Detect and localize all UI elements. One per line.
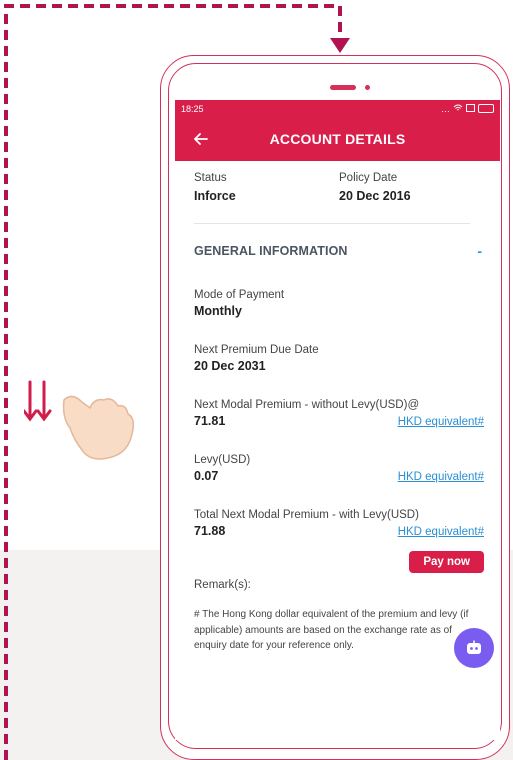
hkd-equivalent-link[interactable]: HKD equivalent# [398, 526, 484, 538]
field-row: 71.81 HKD equivalent# [194, 414, 484, 428]
field-levy: Levy(USD) 0.07 HKD equivalent# [194, 454, 484, 483]
status-column: Status Inforce [194, 172, 339, 203]
sim-icon [466, 103, 475, 114]
back-arrow-icon[interactable] [189, 127, 213, 151]
phone-camera [365, 85, 370, 90]
status-bar: 18:25 … [175, 100, 500, 117]
field-label: Levy(USD) [194, 454, 251, 466]
field-label: Next Modal Premium - without Levy(USD)@ [194, 399, 420, 411]
field-label: Mode of Payment [194, 289, 285, 301]
app-bar: ACCOUNT DETAILS [175, 117, 500, 161]
field-next-premium-due-date: Next Premium Due Date 20 Dec 2031 [194, 344, 484, 373]
policy-date-label: Policy Date [339, 172, 398, 184]
status-value: Inforce [194, 189, 236, 203]
policy-date-value: 20 Dec 2016 [339, 189, 411, 203]
swipe-down-gesture-icon [24, 380, 135, 460]
pay-now-button[interactable]: Pay now [409, 551, 484, 573]
field-row: 0.07 HKD equivalent# [194, 469, 484, 483]
page-title: ACCOUNT DETAILS [269, 131, 406, 147]
field-row: Monthly [194, 304, 484, 318]
status-icons: … [441, 103, 494, 114]
more-icon: … [441, 103, 450, 114]
remark-title: Remark(s): [194, 579, 251, 591]
field-row: 71.88 HKD equivalent# [194, 524, 484, 538]
field-mode-of-payment: Mode of Payment Monthly [194, 289, 484, 318]
status-label: Status [194, 172, 227, 184]
field-value: 71.81 [194, 414, 226, 428]
battery-icon [478, 104, 494, 113]
hkd-equivalent-link[interactable]: HKD equivalent# [398, 416, 484, 428]
chatbot-icon[interactable] [454, 628, 494, 668]
section-title: GENERAL INFORMATION [194, 244, 348, 258]
account-content: Status Inforce Policy Date 20 Dec 2016 G… [175, 172, 500, 654]
summary-row: Status Inforce Policy Date 20 Dec 2016 [194, 172, 484, 203]
field-label: Total Next Modal Premium - with Levy(USD… [194, 509, 419, 521]
field-value: 20 Dec 2031 [194, 359, 266, 373]
status-time: 18:25 [181, 103, 204, 114]
divider [194, 223, 470, 224]
collapse-button[interactable]: - [477, 243, 482, 259]
field-value: 71.88 [194, 524, 226, 538]
policy-date-column: Policy Date 20 Dec 2016 [339, 172, 484, 203]
phone-screen: 18:25 … ACCOUNT DETAILS Status Inforce P… [175, 100, 500, 740]
pay-now-wrapper: Pay now [194, 551, 484, 573]
field-row: 20 Dec 2031 [194, 359, 484, 373]
field-label: Next Premium Due Date [194, 344, 319, 356]
phone-speaker [330, 85, 356, 90]
field-value: Monthly [194, 304, 242, 318]
field-next-modal-premium: Next Modal Premium - without Levy(USD)@ … [194, 399, 484, 428]
hkd-equivalent-link[interactable]: HKD equivalent# [398, 471, 484, 483]
wifi-icon [453, 104, 463, 114]
field-total-next-modal-premium: Total Next Modal Premium - with Levy(USD… [194, 509, 484, 538]
remark-text: # The Hong Kong dollar equivalent of the… [194, 609, 469, 651]
general-information-header[interactable]: GENERAL INFORMATION - [194, 243, 484, 259]
field-value: 0.07 [194, 469, 219, 483]
